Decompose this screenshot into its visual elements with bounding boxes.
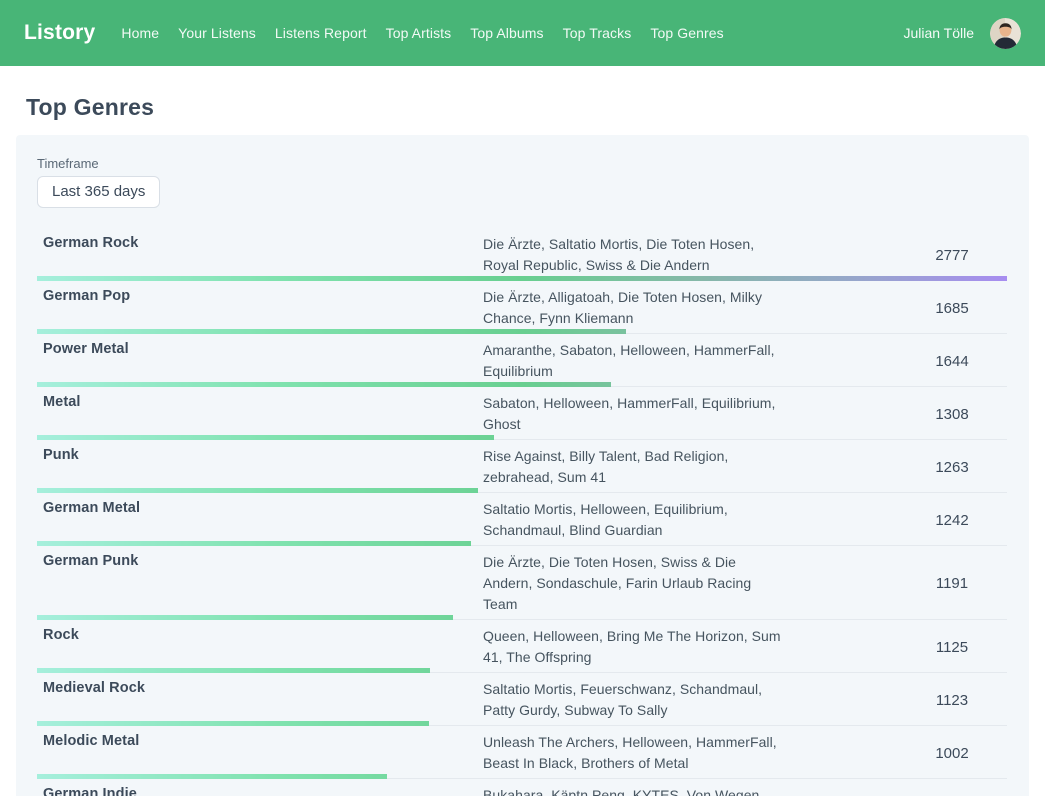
genre-name: Metal — [37, 393, 483, 410]
user-avatar-icon[interactable] — [990, 18, 1021, 49]
page-title: Top Genres — [26, 94, 1029, 121]
genre-name: Power Metal — [37, 340, 483, 357]
genre-bar — [37, 615, 1007, 620]
genre-name: Medieval Rock — [37, 679, 483, 696]
table-row: Metal Sabaton, Helloween, HammerFall, Eq… — [37, 387, 1007, 440]
genre-artists: Rise Against, Billy Talent, Bad Religion… — [483, 446, 783, 488]
nav-item-listens-report[interactable]: Listens Report — [275, 25, 367, 41]
genre-count: 1644 — [897, 353, 1007, 370]
genre-count: 1125 — [897, 639, 1007, 656]
brand-logo[interactable]: Listory — [24, 21, 95, 45]
table-row: Punk Rise Against, Billy Talent, Bad Rel… — [37, 440, 1007, 493]
genre-artists: Queen, Helloween, Bring Me The Horizon, … — [483, 626, 783, 668]
genre-bar — [37, 276, 1007, 281]
top-genres-card: Timeframe Last 365 days German Rock Die … — [16, 135, 1029, 796]
genre-artists: Die Ärzte, Die Toten Hosen, Swiss & Die … — [483, 552, 783, 615]
nav-item-your-listens[interactable]: Your Listens — [178, 25, 256, 41]
nav-item-top-albums[interactable]: Top Albums — [470, 25, 543, 41]
genre-artists: Bukahara, Käptn Peng, KYTES, Von Wegen L… — [483, 785, 783, 796]
genre-name: German Rock — [37, 234, 483, 251]
genres-table: German Rock Die Ärzte, Saltatio Mortis, … — [37, 228, 1007, 796]
main-nav: Home Your Listens Listens Report Top Artist… — [121, 25, 903, 41]
nav-item-home[interactable]: Home — [121, 25, 159, 41]
table-row: German Pop Die Ärzte, Alligatoah, Die To… — [37, 281, 1007, 334]
genre-artists: Saltatio Mortis, Feuerschwanz, Schandmau… — [483, 679, 783, 721]
genre-count: 1685 — [897, 300, 1007, 317]
genre-artists: Amaranthe, Sabaton, Helloween, HammerFal… — [483, 340, 783, 382]
timeframe-select[interactable]: Last 365 days — [37, 176, 160, 208]
table-row: German Punk Die Ärzte, Die Toten Hosen, … — [37, 546, 1007, 620]
table-row: Power Metal Amaranthe, Sabaton, Hellowee… — [37, 334, 1007, 387]
genre-bar — [37, 382, 1007, 387]
genre-count: 1263 — [897, 459, 1007, 476]
genre-count: 2777 — [897, 247, 1007, 264]
genre-count: 1308 — [897, 406, 1007, 423]
genre-name: Rock — [37, 626, 483, 643]
nav-item-top-artists[interactable]: Top Artists — [386, 25, 452, 41]
genre-count: 1191 — [897, 575, 1007, 592]
genre-bar — [37, 774, 1007, 779]
table-row: German Rock Die Ärzte, Saltatio Mortis, … — [37, 228, 1007, 281]
genre-name: Punk — [37, 446, 483, 463]
genre-name: German Punk — [37, 552, 483, 569]
genre-name: German Metal — [37, 499, 483, 516]
genre-bar — [37, 435, 1007, 440]
genre-artists: Saltatio Mortis, Helloween, Equilibrium,… — [483, 499, 783, 541]
user-menu[interactable]: Julian Tölle — [903, 18, 1021, 49]
timeframe-label: Timeframe — [37, 156, 1007, 171]
table-row: Rock Queen, Helloween, Bring Me The Hori… — [37, 620, 1007, 673]
navbar: Listory Home Your Listens Listens Report To… — [0, 0, 1045, 66]
genre-artists: Unleash The Archers, Helloween, HammerFa… — [483, 732, 783, 774]
genre-name: German Indie — [37, 785, 483, 796]
timeframe-filter: Timeframe Last 365 days — [37, 156, 1007, 208]
genre-bar — [37, 668, 1007, 673]
genre-name: Melodic Metal — [37, 732, 483, 749]
genre-bar — [37, 488, 1007, 493]
genre-count: 1123 — [897, 692, 1007, 709]
table-row: Melodic Metal Unleash The Archers, Hello… — [37, 726, 1007, 779]
user-name: Julian Tölle — [903, 25, 974, 41]
main-content: Top Genres Timeframe Last 365 days Germa… — [0, 66, 1045, 796]
genre-artists: Sabaton, Helloween, HammerFall, Equilibr… — [483, 393, 783, 435]
genre-count: 1002 — [897, 745, 1007, 762]
table-row: German Indie Bukahara, Käptn Peng, KYTES… — [37, 779, 1007, 796]
genre-artists: Die Ärzte, Saltatio Mortis, Die Toten Ho… — [483, 234, 783, 276]
genre-count: 1242 — [897, 512, 1007, 529]
nav-item-top-genres[interactable]: Top Genres — [650, 25, 723, 41]
table-row: Medieval Rock Saltatio Mortis, Feuerschw… — [37, 673, 1007, 726]
genre-artists: Die Ärzte, Alligatoah, Die Toten Hosen, … — [483, 287, 783, 329]
nav-item-top-tracks[interactable]: Top Tracks — [563, 25, 632, 41]
table-row: German Metal Saltatio Mortis, Helloween,… — [37, 493, 1007, 546]
genre-name: German Pop — [37, 287, 483, 304]
genre-bar — [37, 721, 1007, 726]
genre-bar — [37, 541, 1007, 546]
genre-bar — [37, 329, 1007, 334]
